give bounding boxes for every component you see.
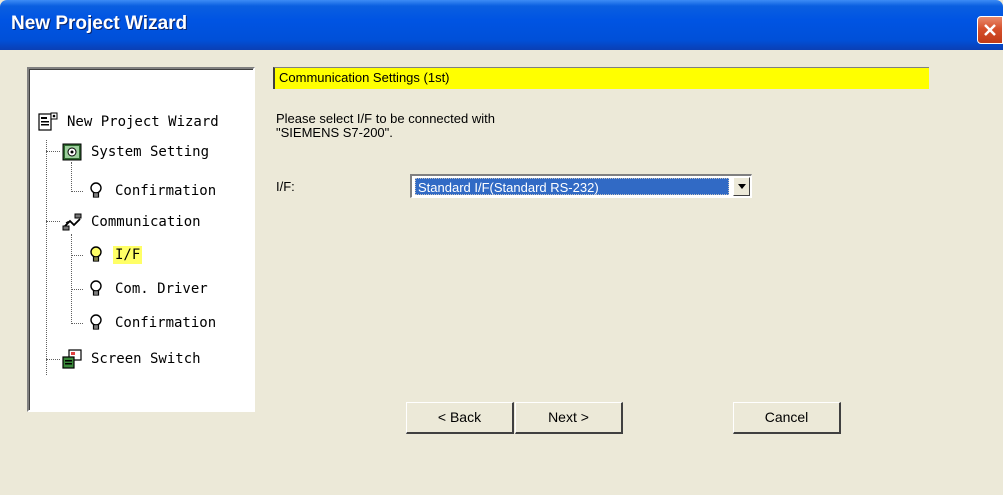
section-title: Communication Settings (1st) (273, 67, 929, 89)
screen-switch-icon (61, 348, 83, 370)
tree-connector (71, 234, 72, 324)
tree-connector (71, 289, 83, 290)
cancel-button[interactable]: Cancel (733, 402, 841, 434)
system-setting-icon (61, 141, 83, 163)
bulb-lit-icon (85, 244, 107, 266)
back-button[interactable]: < Back (406, 402, 514, 434)
tree-item-label: Communication (91, 214, 201, 230)
close-icon (984, 24, 996, 36)
wizard-icon (37, 111, 59, 133)
tree-item-communication-confirmation[interactable]: Confirmation (85, 311, 218, 335)
tree-item-new-project-wizard[interactable]: New Project Wizard (37, 110, 221, 134)
tree-connector (46, 359, 60, 360)
tree-item-label: Screen Switch (91, 351, 201, 367)
tree-connector (46, 221, 60, 222)
tree-item-label: System Setting (91, 144, 210, 160)
tree-item-label: I/F (113, 246, 143, 264)
tree-item-label: Confirmation (115, 183, 217, 199)
communication-icon (61, 211, 83, 233)
tree-connector (71, 255, 83, 256)
instruction-line: "SIEMENS S7-200". (276, 125, 393, 140)
bulb-icon (85, 312, 107, 334)
next-button[interactable]: Next > (515, 402, 623, 434)
bulb-icon (85, 278, 107, 300)
instruction-text: Please select I/F to be connected with "… (276, 112, 636, 140)
if-select-toggle[interactable] (733, 177, 750, 196)
tree-connector (71, 323, 83, 324)
tree-item-label: New Project Wizard (67, 114, 219, 130)
tree-item-communication[interactable]: Communication (61, 210, 203, 234)
dialog-body: New Project Wizard System Setting Confir… (0, 50, 1003, 495)
tree-connector (46, 151, 60, 152)
tree-item-system-setting[interactable]: System Setting (61, 140, 211, 164)
title-bar[interactable]: New Project Wizard (0, 0, 1003, 50)
window-title: New Project Wizard (11, 13, 188, 34)
tree-item-label: Com. Driver (115, 281, 208, 297)
tree-item-system-confirmation[interactable]: Confirmation (85, 179, 218, 203)
tree-item-if[interactable]: I/F (85, 243, 143, 267)
tree-connector (71, 162, 72, 192)
if-label: I/F: (276, 179, 295, 194)
tree-connector (46, 140, 47, 375)
tree-item-label: Confirmation (115, 315, 217, 331)
instruction-line: Please select I/F to be connected with (276, 111, 495, 126)
close-button[interactable] (977, 16, 1003, 44)
tree-connector (71, 191, 83, 192)
chevron-down-icon (738, 184, 746, 189)
if-select[interactable]: Standard I/F(Standard RS-232) (410, 174, 752, 198)
tree-item-com-driver[interactable]: Com. Driver (85, 277, 210, 301)
wizard-steps-tree[interactable]: New Project Wizard System Setting Confir… (27, 67, 255, 412)
tree-item-screen-switch[interactable]: Screen Switch (61, 347, 203, 371)
bulb-icon (85, 180, 107, 202)
if-select-value: Standard I/F(Standard RS-232) (415, 178, 729, 195)
